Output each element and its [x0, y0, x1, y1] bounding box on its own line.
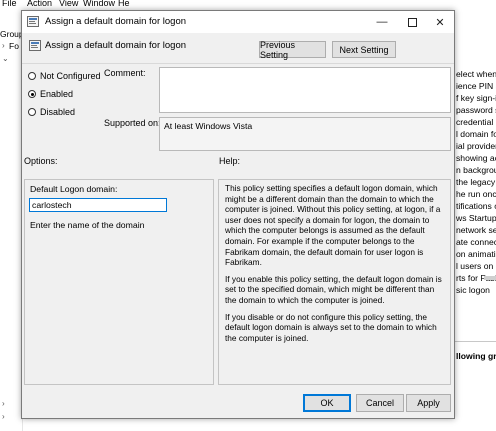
policy-setting-dialog: Assign a default domain for logon — ✕ As… — [21, 10, 455, 419]
next-setting-button[interactable]: Next Setting — [332, 41, 396, 58]
maximize-button[interactable] — [398, 11, 426, 33]
previous-setting-button[interactable]: Previous Setting — [259, 40, 326, 60]
default-logon-domain-label: Default Logon domain: — [30, 184, 118, 194]
radio-label: Not Configured — [40, 71, 101, 81]
list-item[interactable]: ate connect — [456, 237, 496, 247]
menu-window[interactable]: Window — [83, 0, 115, 8]
scrollbar-thumb[interactable] — [484, 276, 496, 280]
menu-action[interactable]: Action — [27, 0, 52, 8]
radio-dot-selected[interactable] — [28, 90, 36, 98]
policy-heading-icon — [29, 40, 41, 51]
minimize-button[interactable]: — — [368, 11, 396, 33]
header-separator — [22, 63, 454, 64]
tree-label-folder[interactable]: Fo — [9, 41, 19, 51]
radio-label: Disabled — [40, 107, 76, 117]
radio-not-configured[interactable]: Not Configured — [28, 71, 101, 81]
menu-file[interactable]: File — [2, 0, 17, 8]
help-label: Help: — [219, 156, 241, 166]
list-item[interactable]: sic logon — [456, 285, 490, 295]
radio-dot[interactable] — [28, 72, 36, 80]
list-item[interactable]: the legacy r — [456, 177, 496, 187]
supported-on-label: Supported on: — [104, 118, 161, 128]
help-paragraph: This policy setting specifies a default … — [225, 183, 441, 268]
dialog-title: Assign a default domain for logon — [45, 16, 187, 27]
list-item[interactable]: ial provider — [456, 141, 496, 151]
list-item[interactable]: showing ac — [456, 153, 496, 163]
list-item[interactable]: f key sign-in — [456, 93, 496, 103]
ok-button[interactable]: OK — [303, 394, 351, 412]
domain-hint: Enter the name of the domain — [30, 220, 145, 230]
list-item[interactable]: elect when a — [456, 69, 496, 79]
tree-expand-icon-3[interactable]: › — [2, 412, 5, 421]
list-item[interactable]: n backgrou — [456, 165, 496, 175]
maximize-icon — [407, 17, 417, 27]
background-tree-pane: Group › Fo ⌄ › › — [0, 11, 24, 431]
background-section-header: llowing gro — [456, 351, 496, 361]
help-paragraph: If you enable this policy setting, the d… — [225, 273, 442, 305]
list-item[interactable]: credential p — [456, 117, 496, 127]
radio-dot[interactable] — [28, 108, 36, 116]
radio-label: Enabled — [40, 89, 74, 99]
help-panel[interactable]: This policy setting specifies a default … — [218, 179, 451, 385]
pane-divider[interactable] — [455, 341, 496, 342]
list-item[interactable]: l domain for — [456, 129, 496, 139]
tree-collapse-icon[interactable]: ⌄ — [2, 54, 9, 63]
comment-label: Comment: — [104, 68, 146, 78]
list-item[interactable]: network sele — [456, 225, 496, 235]
options-label: Options: — [24, 156, 58, 166]
radio-enabled[interactable]: Enabled — [28, 89, 73, 99]
close-icon: ✕ — [435, 16, 445, 29]
supported-on-box: At least Windows Vista — [159, 117, 451, 151]
default-logon-domain-input[interactable]: carlostech — [29, 198, 167, 212]
menu-help[interactable]: He — [118, 0, 130, 8]
list-item[interactable]: tifications o — [456, 201, 496, 211]
help-paragraph: If you disable or do not configure this … — [225, 311, 437, 343]
tree-expand-icon[interactable]: › — [2, 41, 5, 50]
policy-heading: Assign a default domain for logon — [45, 40, 187, 51]
comment-textarea[interactable] — [159, 67, 451, 113]
supported-on-value: At least Windows Vista — [164, 121, 253, 131]
policy-icon — [27, 16, 39, 27]
list-item[interactable]: password s — [456, 105, 496, 115]
tree-expand-icon-2[interactable]: › — [2, 399, 5, 408]
list-item[interactable]: on animatio — [456, 249, 496, 259]
help-text: This policy setting specifies a default … — [225, 183, 443, 349]
menu-view[interactable]: View — [59, 0, 78, 8]
close-button[interactable]: ✕ — [426, 11, 454, 33]
list-item[interactable]: ws Startup s — [456, 213, 496, 223]
minimize-icon: — — [376, 16, 388, 28]
options-panel: Default Logon domain: carlostech Enter t… — [24, 179, 214, 385]
dialog-titlebar[interactable]: Assign a default domain for logon — ✕ — [22, 11, 454, 33]
cancel-button[interactable]: Cancel — [356, 394, 404, 412]
apply-button[interactable]: Apply — [406, 394, 451, 412]
list-item[interactable]: l users on d — [456, 261, 496, 271]
list-item[interactable]: he run onc — [456, 189, 496, 199]
list-item[interactable]: ience PIN si — [456, 81, 496, 91]
radio-disabled[interactable]: Disabled — [28, 107, 75, 117]
background-setting-list: elect when a ience PIN si f key sign-in … — [455, 60, 496, 431]
